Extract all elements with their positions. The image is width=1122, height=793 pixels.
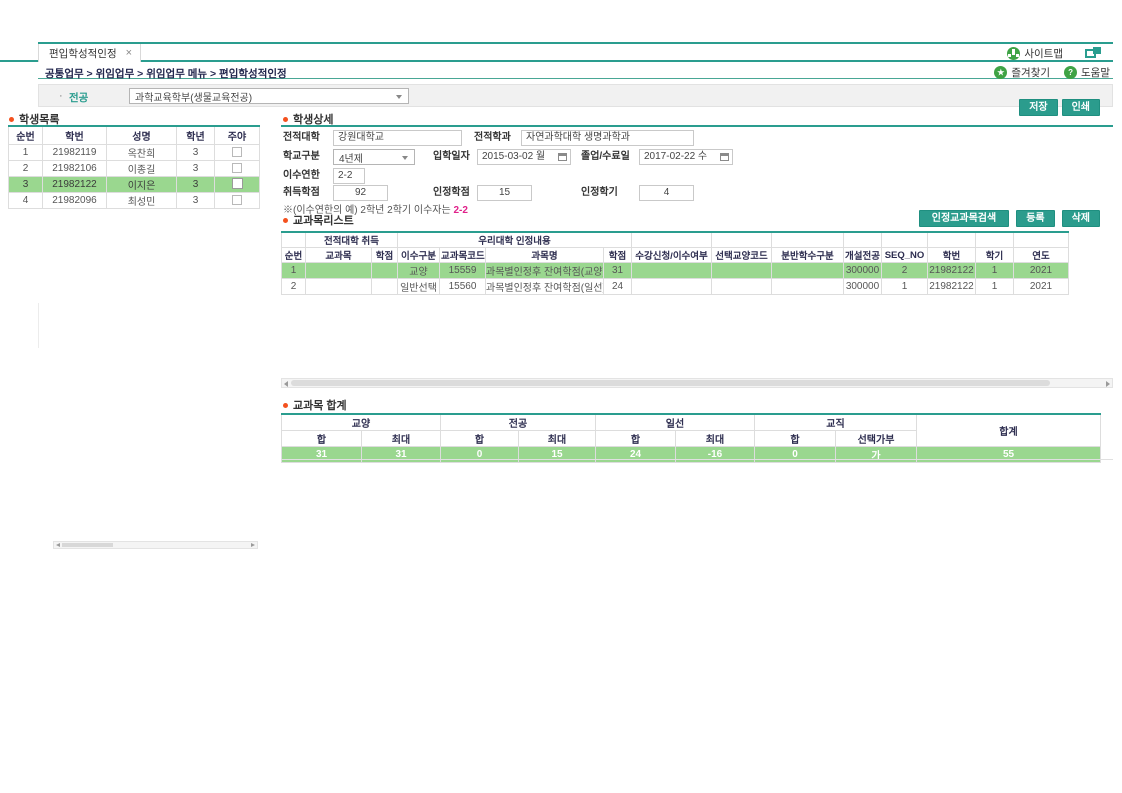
grad-date-input[interactable]: 2017-02-22 수: [639, 149, 733, 165]
scroll-left-icon[interactable]: [284, 381, 288, 387]
totals-underline: [281, 459, 1113, 460]
student-list-header: 순번 학번 성명 학년 주야: [9, 126, 260, 144]
col-daynight: 주야: [215, 126, 260, 144]
section-bullet-icon: [283, 403, 288, 408]
scroll-right-icon[interactable]: [251, 543, 255, 547]
student-row[interactable]: 4 21982096 최성민 3: [9, 192, 260, 208]
totals-row: 31 31 0 15 24 -16 0 가 55: [282, 447, 1101, 463]
adm-date-label: 입학일자: [433, 149, 470, 165]
recognized-terms-label: 인정학기: [581, 185, 618, 201]
major-filter-label: 전공: [69, 90, 88, 105]
favorites-button[interactable]: ★ 즐겨찾기: [994, 65, 1050, 80]
recognized-credits-label: 인정학점: [433, 185, 470, 201]
student-row[interactable]: 2 21982106 이종길 3: [9, 160, 260, 176]
prev-dept-label: 전적학과: [474, 130, 511, 146]
course-row[interactable]: 2 일반선택 15560 과목별인정후 잔여학점(일선) 24 300000 1…: [282, 279, 1069, 295]
course-totals-title: 교과목 합계: [283, 397, 347, 413]
register-button[interactable]: 등록: [1016, 210, 1054, 227]
totals-group-header: 교양 전공 일선 교직 합계: [282, 414, 1101, 431]
daynight-checkbox[interactable]: [232, 163, 242, 173]
section-bullet-icon: [283, 218, 288, 223]
col-year: 학년: [177, 126, 215, 144]
calendar-icon[interactable]: [558, 153, 567, 161]
chevron-down-icon: [402, 156, 408, 160]
grand-total-value: 55: [917, 447, 1101, 463]
breadcrumb-bar: 공통업무 > 위임업무 > 위임업무 메뉴 > 편입학성적인정 ★ 즐겨찾기 ?…: [38, 64, 1113, 79]
tab-close-icon[interactable]: ×: [126, 48, 132, 58]
sitemap-button[interactable]: 사이트맵: [1007, 46, 1063, 61]
breadcrumb: 공통업무 > 위임업무 > 위임업무 메뉴 > 편입학성적인정: [45, 66, 287, 81]
chevron-down-icon: [396, 95, 402, 99]
course-list-title: 교과목리스트: [283, 212, 354, 228]
course-totals-table: 교양 전공 일선 교직 합계 합 최대 합 최대 합 최대 합 선택가부 31 …: [281, 413, 1101, 463]
daynight-checkbox[interactable]: [232, 147, 242, 157]
years-label: 이수연한: [283, 168, 320, 184]
earned-credits-label: 취득학점: [283, 185, 320, 201]
student-row-selected[interactable]: 3 21982122 이지은 3: [9, 176, 260, 192]
filter-dot: ·: [59, 90, 63, 102]
print-button[interactable]: 인쇄: [1062, 99, 1100, 116]
daynight-checkbox[interactable]: [232, 195, 242, 205]
major-select[interactable]: 과학교육학부(생물교육전공): [129, 88, 409, 104]
col-name: 성명: [107, 126, 177, 144]
note-highlight: 2-2: [453, 205, 467, 216]
app-window: 편입학성적인정 × 사이트맵 공통업무 > 위임업무 > 위임업무 메뉴 > 편…: [0, 0, 1122, 793]
student-list-hscrollbar[interactable]: [53, 541, 258, 549]
divider: [38, 303, 39, 348]
recognized-terms-input[interactable]: 4: [639, 185, 694, 201]
prev-univ-label: 전적대학: [283, 130, 320, 146]
tab-transfer-grade[interactable]: 편입학성적인정 ×: [38, 44, 141, 62]
delete-button[interactable]: 삭제: [1062, 210, 1100, 227]
sitemap-icon: [1007, 47, 1020, 60]
tab-strip: 편입학성적인정 × 사이트맵: [0, 44, 1113, 62]
prev-dept-input[interactable]: 자연과학대학 생명과학과: [521, 130, 694, 146]
scrollbar-thumb[interactable]: [62, 543, 113, 547]
group-prev-univ: 전적대학 취득: [306, 232, 398, 248]
section-bullet-icon: [283, 117, 288, 122]
school-type-label: 학교구분: [283, 149, 320, 165]
tab-title: 편입학성적인정: [49, 46, 117, 61]
col-student-id: 학번: [43, 126, 107, 144]
student-detail-form: 전적대학 강원대학교 전적학과 자연과학대학 생명과학과 학교구분 4년제 입학…: [281, 130, 1113, 210]
section-bullet-icon: [9, 117, 14, 122]
course-group-header: 전적대학 취득 우리대학 인정내용: [282, 232, 1069, 248]
student-list-table: 순번 학번 성명 학년 주야 1 21982119 옥찬희 3 2 219821…: [8, 125, 260, 209]
scroll-right-icon[interactable]: [1106, 381, 1110, 387]
prev-univ-input[interactable]: 강원대학교: [333, 130, 462, 146]
col-no: 순번: [9, 126, 43, 144]
total-header: 합계: [917, 414, 1101, 447]
course-list-table: 전적대학 취득 우리대학 인정내용 순번 교과목 학점 이수구분 교과목코드 과…: [281, 231, 1069, 295]
calendar-icon[interactable]: [720, 153, 729, 161]
years-input[interactable]: 2-2: [333, 168, 365, 184]
section-rule: [281, 125, 1113, 127]
star-icon: ★: [994, 66, 1007, 79]
grad-date-label: 졸업/수료일: [581, 149, 630, 165]
daynight-checkbox[interactable]: [232, 178, 243, 189]
course-column-header: 순번 교과목 학점 이수구분 교과목코드 과목명 학점 수강신청/이수여부 선택…: [282, 248, 1069, 263]
earned-credits-input[interactable]: 92: [333, 185, 388, 201]
windows-icon[interactable]: [1085, 47, 1101, 59]
recognized-credits-input[interactable]: 15: [477, 185, 532, 201]
help-button[interactable]: ? 도움말: [1064, 65, 1110, 80]
question-icon: ?: [1064, 66, 1077, 79]
save-button[interactable]: 저장: [1019, 99, 1057, 116]
course-row-selected[interactable]: 1 교양 15559 과목별인정후 잔여학점(교양) 31 300000 2 2…: [282, 263, 1069, 279]
student-row[interactable]: 1 21982119 옥찬희 3: [9, 144, 260, 160]
filter-band: · 전공 과학교육학부(생물교육전공): [38, 84, 1113, 107]
search-recognized-courses-button[interactable]: 인정교과목검색: [919, 210, 1009, 227]
scroll-left-icon[interactable]: [56, 543, 60, 547]
school-type-select[interactable]: 4년제: [333, 149, 415, 165]
scrollbar-thumb[interactable]: [291, 380, 1050, 386]
course-list-hscrollbar[interactable]: [281, 378, 1113, 388]
adm-date-input[interactable]: 2015-03-02 월: [477, 149, 571, 165]
group-our-univ: 우리대학 인정내용: [398, 232, 632, 248]
